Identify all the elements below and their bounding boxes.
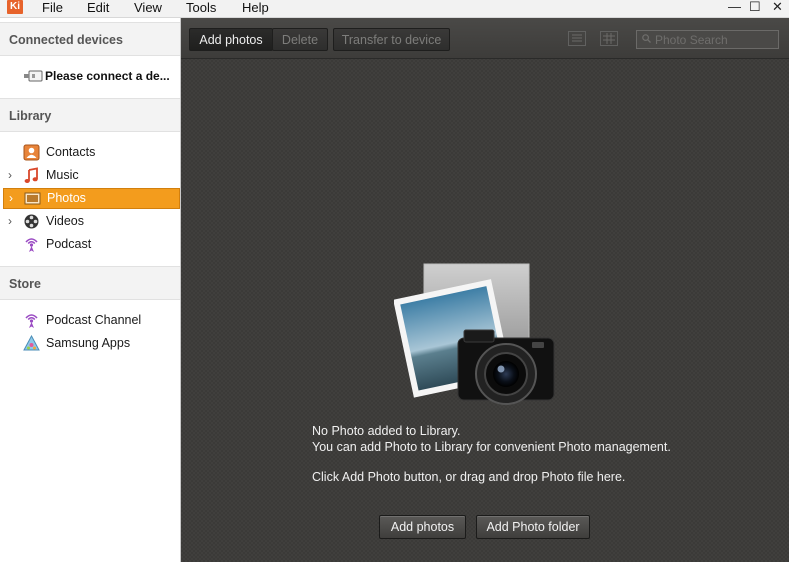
menu-edit[interactable]: Edit [87, 0, 109, 15]
device-plug-icon [24, 70, 43, 82]
chevron-right-icon[interactable]: › [8, 214, 12, 228]
sidebar-item-samsung-apps[interactable]: Samsung Apps [3, 333, 180, 354]
sidebar-item-music[interactable]: › Music [3, 165, 180, 186]
transfer-to-device-button[interactable]: Transfer to device [333, 28, 450, 51]
videos-icon [24, 214, 39, 229]
sidebar-item-label: Music [46, 168, 79, 182]
menu-tools[interactable]: Tools [186, 0, 216, 15]
add-photos-button[interactable]: Add photos [379, 515, 466, 539]
sidebar-item-podcast-channel[interactable]: Podcast Channel [3, 310, 180, 331]
sidebar-item-podcast[interactable]: Podcast [3, 234, 180, 255]
sidebar: Connected devices Please connect a de...… [0, 18, 181, 562]
maximize-button[interactable]: ☐ [749, 0, 761, 15]
section-store: Store [0, 266, 180, 300]
grid-view-icon[interactable] [600, 31, 618, 46]
sidebar-item-contacts[interactable]: Contacts [3, 142, 180, 163]
contacts-icon [23, 144, 40, 161]
sidebar-item-label: Samsung Apps [46, 336, 131, 350]
photo-search-input[interactable] [655, 32, 773, 47]
toolbar: Add photos Delete Transfer to device [181, 18, 789, 59]
photo-camera-illustration [394, 263, 555, 405]
app-logo: Ki [7, 0, 23, 14]
menu-file[interactable]: File [42, 0, 63, 15]
delete-button[interactable]: Delete [272, 28, 328, 51]
sidebar-item-label: Contacts [46, 145, 96, 159]
main-content: Add photos Delete Transfer to device Pho… [181, 18, 789, 562]
sidebar-item-photos[interactable]: › Photos [3, 188, 180, 209]
sidebar-item-label: Photos [47, 191, 86, 205]
menu-view[interactable]: View [134, 0, 162, 15]
menu-help[interactable]: Help [242, 0, 269, 15]
device-label: Please connect a de... [45, 69, 170, 83]
section-library: Library [0, 98, 180, 132]
sidebar-item-label: Podcast Channel [46, 313, 142, 327]
add-photos-toolbar-button[interactable]: Add photos [189, 28, 273, 51]
list-view-icon[interactable] [568, 31, 586, 46]
photos-icon [24, 192, 41, 205]
empty-message-line1: No Photo added to Library. [312, 424, 461, 438]
minimize-button[interactable]: — [728, 0, 741, 15]
search-icon [642, 34, 651, 43]
chevron-right-icon[interactable]: › [9, 191, 13, 205]
menu-bar: Ki File Edit View Tools Help — ☐ ✕ [0, 0, 789, 18]
photo-search-box[interactable] [636, 30, 779, 49]
add-photo-folder-button[interactable]: Add Photo folder [476, 515, 590, 539]
podcast-icon [25, 314, 38, 328]
chevron-right-icon[interactable]: › [8, 168, 12, 182]
music-icon [24, 167, 38, 183]
empty-message-line3: Click Add Photo button, or drag and drop… [312, 470, 626, 484]
sidebar-item-label: Videos [46, 214, 84, 228]
podcast-icon [25, 238, 38, 252]
empty-message-line2: You can add Photo to Library for conveni… [312, 440, 671, 454]
close-button[interactable]: ✕ [772, 0, 783, 15]
device-item[interactable]: Please connect a de... [0, 54, 180, 98]
samsung-apps-icon [23, 335, 40, 351]
sidebar-item-videos[interactable]: › Videos [3, 211, 180, 232]
section-connected-devices: Connected devices [0, 22, 180, 56]
sidebar-item-label: Podcast [46, 237, 92, 251]
